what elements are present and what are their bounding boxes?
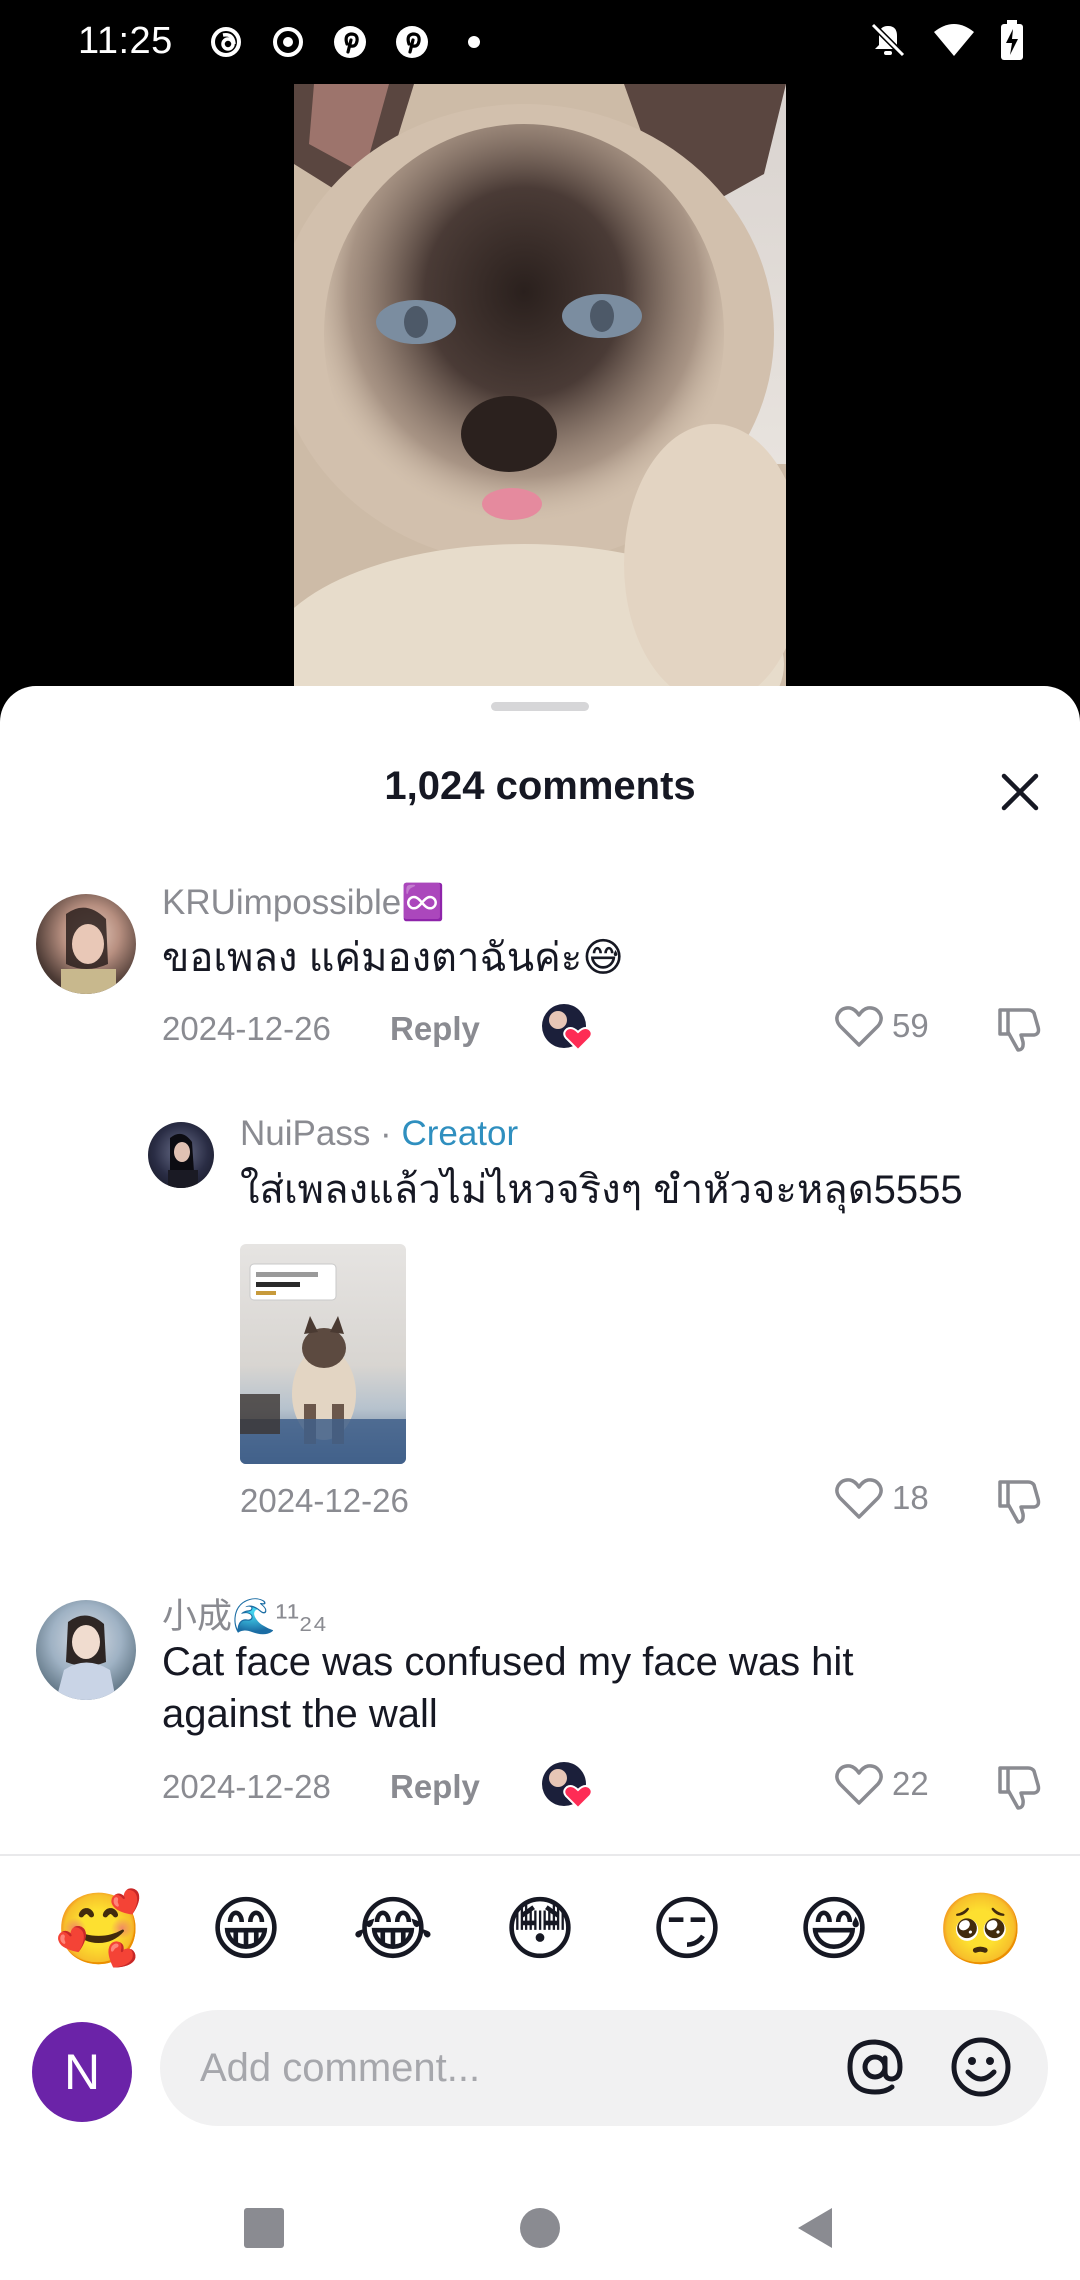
reply-button[interactable]: Reply [390,1010,480,1048]
emoji-flushed[interactable]: 😳 [495,1884,585,1974]
comment-username[interactable]: 小成🌊¹¹₂₄ [162,1588,327,1639]
drag-handle[interactable] [491,702,589,711]
reply-date: 2024-12-26 [240,1482,409,1519]
cat-video-image [294,84,786,704]
avatar[interactable] [36,1600,136,1700]
like-count: 59 [892,1007,929,1044]
close-icon[interactable] [996,768,1044,816]
comment-text: Cat face was confused my face was hit ag… [162,1640,854,1736]
emoji-smirk[interactable]: 😏 [642,1884,732,1974]
comment-username[interactable]: KRUimpossible♾️ [162,882,445,923]
comment-date: 2024-12-28 [162,1768,331,1805]
back-icon[interactable] [792,2204,840,2252]
dot-icon [454,22,494,62]
mention-icon[interactable] [842,2034,908,2100]
reply-text: ใส่เพลงแล้วไม่ไหวจริงๆ ขำหัวจะหลุด5555 [240,1168,963,1212]
pinterest-icon [392,22,432,62]
emoji-sweat-smile[interactable]: 😅 [789,1884,879,1974]
status-notification-icons [206,22,494,62]
creator-liked-icon [542,1002,598,1052]
emoji-smiling-hearts[interactable]: 🥰 [54,1884,144,1974]
reply-username: NuiPass · Creator [240,1114,518,1154]
threads-icon [206,22,246,62]
status-time: 11:25 [78,20,173,62]
status-system-icons [868,20,1024,65]
dislike-icon[interactable] [994,1762,1044,1812]
heart-icon [835,1764,883,1805]
emoji-joy[interactable]: 😂 [348,1884,438,1974]
emoji-picker-icon[interactable] [948,2034,1014,2100]
video-player[interactable] [0,84,1080,704]
emoji-pleading[interactable]: 🥺 [936,1884,1026,1974]
mute-icon [868,20,908,65]
wifi-icon [932,22,976,63]
comments-count-title: 1,024 comments [384,764,696,808]
comment-placeholder: Add comment... [200,2046,481,2090]
creator-liked-icon [542,1760,598,1810]
creator-badge: Creator [401,1114,519,1153]
video-frame-cat [294,84,786,704]
comment-text: ขอเพลง แค่มองตาฉันค่ะ😅 [162,936,624,980]
home-icon[interactable] [516,2204,564,2252]
system-nav-bar [0,2170,1080,2280]
record-icon [268,22,308,62]
heart-icon [835,1478,883,1519]
avatar[interactable] [148,1122,214,1188]
dislike-icon[interactable] [994,1476,1044,1526]
comment-date: 2024-12-26 [162,1010,331,1047]
reply-video-thumbnail[interactable] [240,1244,406,1464]
like-count: 18 [892,1479,929,1516]
dislike-icon[interactable] [994,1004,1044,1054]
add-comment-input[interactable]: Add comment... [160,2010,1048,2126]
emoji-grin[interactable]: 😁 [201,1884,291,1974]
heart-icon [835,1006,883,1047]
recents-icon[interactable] [240,2204,288,2252]
quick-emoji-bar: 🥰 😁 😂 😳 😏 😅 🥺 [0,1884,1080,1974]
like-button[interactable]: 59 [834,1004,929,1048]
composer-divider [0,1854,1080,1856]
status-bar: 11:25 [0,0,1080,84]
reply-author-name[interactable]: NuiPass [240,1114,370,1153]
user-avatar[interactable]: N [32,2022,132,2122]
like-count: 22 [892,1765,929,1802]
avatar[interactable] [36,894,136,994]
separator-dot: · [370,1114,402,1153]
like-button[interactable]: 18 [834,1476,929,1520]
pinterest-icon [330,22,370,62]
like-button[interactable]: 22 [834,1762,929,1806]
battery-charging-icon [1000,20,1024,65]
reply-button[interactable]: Reply [390,1768,480,1806]
